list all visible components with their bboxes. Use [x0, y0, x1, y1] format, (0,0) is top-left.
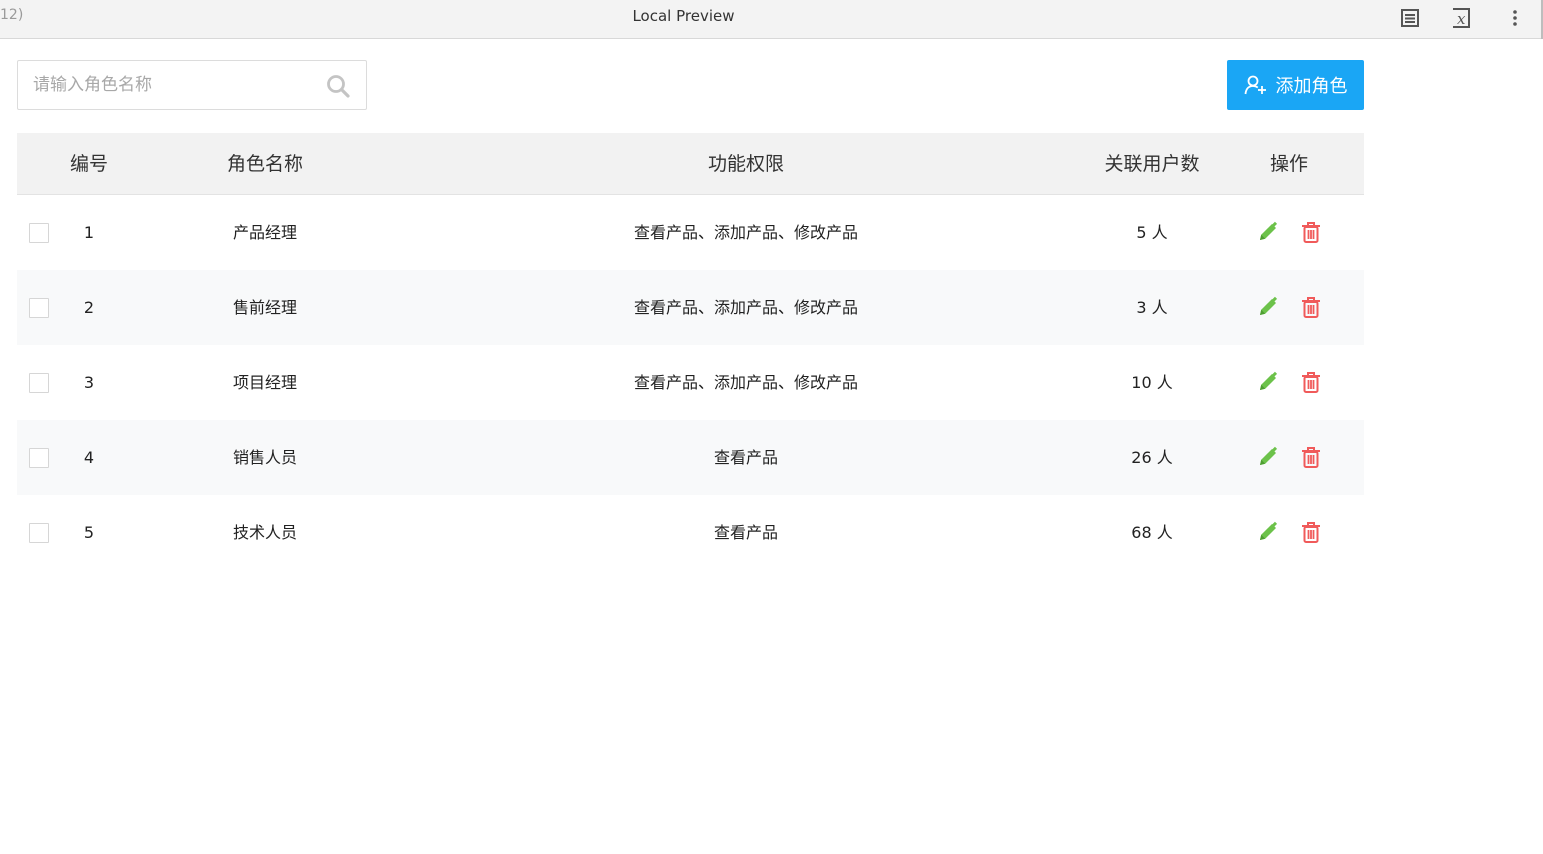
formula-icon[interactable]: x	[1449, 6, 1473, 30]
add-role-button[interactable]: 添加角色	[1227, 60, 1364, 110]
cell-users: 68 人	[1131, 523, 1173, 542]
trash-icon[interactable]	[1299, 520, 1323, 544]
header-no: 编号	[69, 153, 108, 175]
roles-table: 编号 角色名称 功能权限 关联用户数 操作 1 产品经理 查看产品、添加产品、修…	[17, 133, 1364, 570]
pencil-icon[interactable]	[1256, 445, 1280, 469]
row-checkbox[interactable]	[29, 223, 49, 243]
table-row: 1 产品经理 查看产品、添加产品、修改产品 5 人	[17, 195, 1364, 270]
cell-no: 3	[83, 373, 95, 392]
header-users: 关联用户数	[1104, 153, 1200, 175]
row-checkbox[interactable]	[29, 373, 49, 393]
search-input[interactable]	[18, 61, 318, 109]
header-name: 角色名称	[226, 153, 303, 175]
add-role-label: 添加角色	[1275, 76, 1348, 97]
reader-icon[interactable]	[1398, 6, 1422, 30]
search-icon[interactable]	[326, 74, 350, 98]
table-row: 2 售前经理 查看产品、添加产品、修改产品 3 人	[17, 270, 1364, 345]
row-checkbox[interactable]	[29, 523, 49, 543]
cell-permissions: 查看产品	[713, 448, 778, 467]
cell-users: 26 人	[1131, 448, 1173, 467]
trash-icon[interactable]	[1299, 295, 1323, 319]
window-title: Local Preview	[632, 7, 735, 25]
row-checkbox[interactable]	[29, 298, 49, 318]
header-permissions: 功能权限	[707, 153, 784, 175]
cell-permissions: 查看产品	[713, 523, 778, 542]
search-field[interactable]	[17, 60, 367, 110]
cell-users: 10 人	[1131, 373, 1173, 392]
cell-name: 技术人员	[232, 523, 297, 542]
table-header: 编号 角色名称 功能权限 关联用户数 操作	[17, 133, 1364, 195]
cell-name: 销售人员	[232, 448, 297, 467]
header-actions: 操作	[1269, 153, 1308, 175]
cell-name: 售前经理	[232, 298, 297, 317]
title-bar: 12) Local Preview x	[0, 0, 1543, 39]
table-row: 3 项目经理 查看产品、添加产品、修改产品 10 人	[17, 345, 1364, 420]
add-user-icon	[1244, 73, 1268, 97]
row-checkbox[interactable]	[29, 448, 49, 468]
cell-name: 产品经理	[232, 223, 297, 242]
cell-no: 5	[83, 523, 95, 542]
trash-icon[interactable]	[1299, 220, 1323, 244]
trash-icon[interactable]	[1299, 445, 1323, 469]
cell-name: 项目经理	[232, 373, 297, 392]
pencil-icon[interactable]	[1256, 370, 1280, 394]
cell-no: 4	[83, 448, 95, 467]
cell-permissions: 查看产品、添加产品、修改产品	[633, 223, 858, 242]
pencil-icon[interactable]	[1256, 295, 1280, 319]
cell-users: 5 人	[1136, 223, 1168, 242]
trash-icon[interactable]	[1299, 370, 1323, 394]
cell-no: 1	[83, 223, 95, 242]
svg-text:x: x	[1457, 10, 1466, 28]
cell-users: 3 人	[1136, 298, 1168, 317]
pencil-icon[interactable]	[1256, 520, 1280, 544]
pencil-icon[interactable]	[1256, 220, 1280, 244]
table-row: 4 销售人员 查看产品 26 人	[17, 420, 1364, 495]
cell-permissions: 查看产品、添加产品、修改产品	[633, 373, 858, 392]
table-row: 5 技术人员 查看产品 68 人	[17, 495, 1364, 570]
cell-permissions: 查看产品、添加产品、修改产品	[633, 298, 858, 317]
more-vertical-icon[interactable]	[1503, 6, 1527, 30]
cell-no: 2	[83, 298, 95, 317]
